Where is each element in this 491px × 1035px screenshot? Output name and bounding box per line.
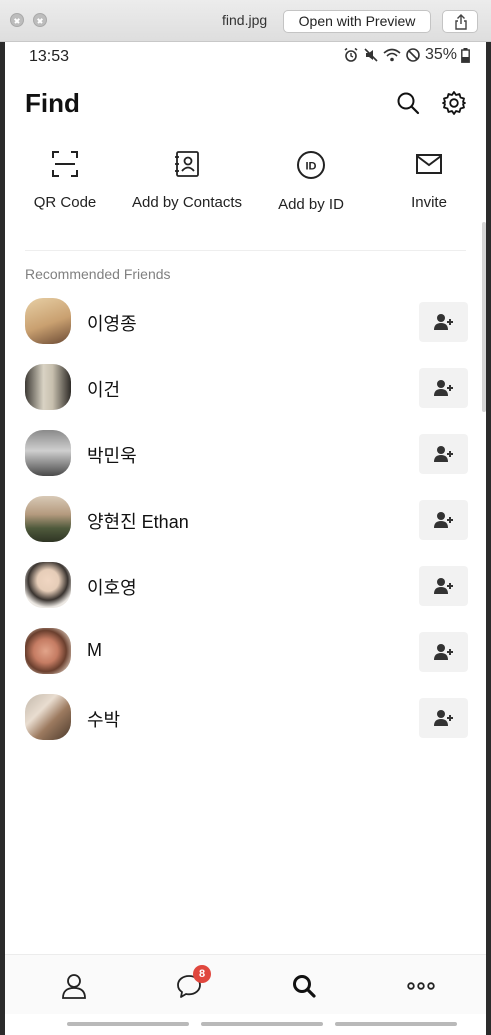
mute-icon [364,48,378,62]
friend-row[interactable]: 수박 [5,692,486,758]
avatar [25,562,71,608]
friends-icon [62,974,86,999]
find-header: Find [5,82,486,126]
avatar [25,694,71,740]
envelope-icon [416,154,442,174]
friend-row[interactable]: 이호영 [5,560,486,626]
minimize-window-icon[interactable] [33,13,47,27]
friend-row[interactable]: 양현진 Ethan [5,494,486,560]
search-icon [293,975,316,998]
friend-row[interactable]: M [5,626,486,692]
add-friend-button[interactable] [419,434,468,474]
add-friend-button[interactable] [419,368,468,408]
invite-label: Invite [411,194,447,211]
recommended-friends-label: Recommended Friends [25,266,171,282]
qr-scan-icon [52,151,78,177]
avatar [25,628,71,674]
open-with-preview-button[interactable]: Open with Preview [283,10,431,33]
home-indicator [201,1022,323,1026]
add-friend-button[interactable] [419,566,468,606]
add-friend-icon [434,380,453,396]
add-friend-icon [434,512,453,528]
nav-chats[interactable]: 8 [128,955,248,1015]
nav-more[interactable] [358,955,478,1015]
nav-friends[interactable] [13,955,133,1015]
add-friend-button[interactable] [419,302,468,342]
add-friend-icon [434,644,453,660]
nav-search[interactable] [243,955,363,1015]
status-icons: 35% [343,46,470,64]
battery-percent: 35% [424,46,457,63]
battery-icon [461,47,470,63]
window-filename: find.jpg [222,12,268,28]
add-friend-icon [434,314,453,330]
qr-code-label: QR Code [33,194,97,211]
friend-row[interactable]: 이건 [5,362,486,428]
scrollbar[interactable] [482,222,486,412]
chat-unread-badge: 8 [193,965,211,983]
page-title: Find [25,88,80,118]
home-indicator [67,1022,189,1026]
gear-icon[interactable] [441,90,467,116]
status-time: 13:53 [29,48,70,65]
avatar [25,364,71,410]
alarm-icon [344,47,358,62]
friend-row[interactable]: 박민욱 [5,428,486,494]
phone-screen: 13:53 35% Find QR Code Add by Contacts I… [5,42,486,1035]
friend-name: 이건 [87,380,121,400]
more-icon [407,982,435,990]
home-indicator [335,1022,457,1026]
add-by-contacts-action[interactable]: Add by Contacts [127,150,247,211]
add-friend-icon [434,446,453,462]
add-friend-button[interactable] [419,698,468,738]
svg-text:ID: ID [306,161,317,173]
contacts-book-icon [175,151,199,177]
add-friend-icon [434,710,453,726]
bottom-nav: 8 [5,954,486,1014]
avatar [25,496,71,542]
friend-name: 이영종 [87,314,137,334]
section-divider [25,250,466,251]
qr-code-action[interactable]: QR Code [5,150,125,211]
search-icon[interactable] [395,90,421,116]
recommended-friends-list: 이영종 이건 박민욱 양현진 Ethan 이호영 M 수박 [5,296,486,758]
friend-name: 수박 [87,710,121,730]
friend-name: 박민욱 [87,446,137,466]
add-by-contacts-label: Add by Contacts [131,194,243,211]
close-window-icon[interactable] [10,13,24,27]
add-friend-icon [434,578,453,594]
share-button[interactable] [442,10,478,33]
id-circle-icon: ID [297,151,325,179]
add-by-id-action[interactable]: ID Add by ID [251,150,371,213]
friend-name: 양현진 Ethan [87,512,189,532]
friend-name: M [87,640,102,660]
friend-row[interactable]: 이영종 [5,296,486,362]
invite-action[interactable]: Invite [369,150,486,211]
share-icon [455,14,467,30]
friend-name: 이호영 [87,578,137,598]
avatar [25,298,71,344]
avatar [25,430,71,476]
add-friend-button[interactable] [419,632,468,672]
window-titlebar: find.jpg Open with Preview [0,0,491,42]
do-not-disturb-icon [406,48,420,62]
add-friend-button[interactable] [419,500,468,540]
wifi-icon [383,48,401,62]
quick-actions: QR Code Add by Contacts ID Add by ID Inv… [5,150,486,250]
add-by-id-label: Add by ID [278,196,344,213]
status-bar: 13:53 35% [5,42,486,72]
